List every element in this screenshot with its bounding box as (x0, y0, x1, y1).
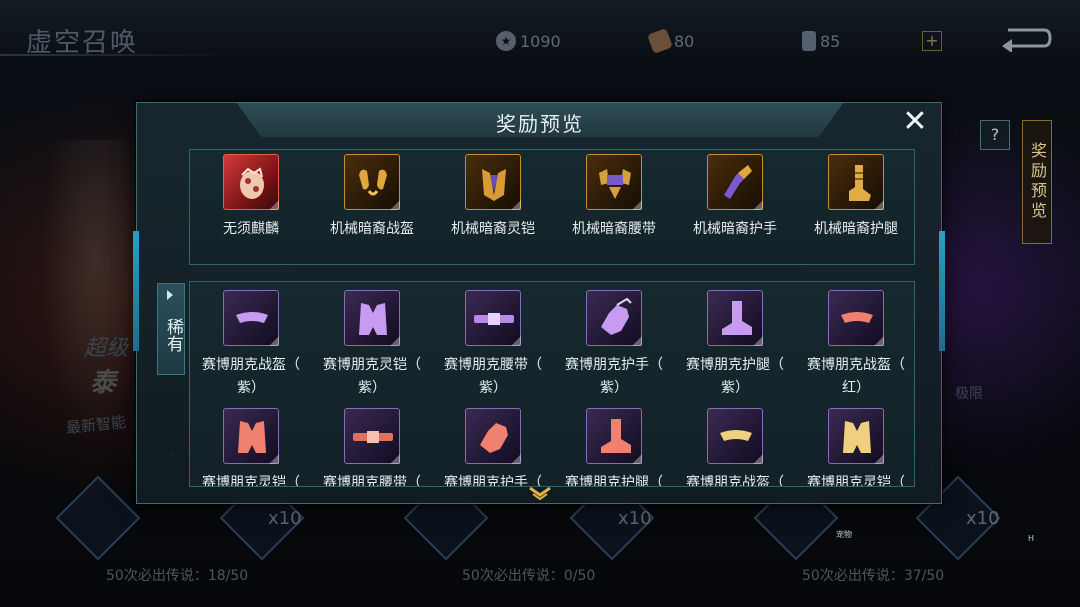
key-hint: 宠物 (836, 530, 852, 539)
pity-progress: 50次必出传说：0/50 (462, 568, 596, 584)
summon-count: x10 (268, 508, 302, 529)
reward-name: 赛博朋克护手（ 紫） (565, 357, 663, 396)
visor-helmet-icon (223, 290, 279, 346)
summon-count: x10 (966, 508, 1000, 529)
reward-name: 赛博朋克战盔（ 紫） (202, 357, 300, 396)
visor-helmet-icon (707, 408, 763, 464)
add-resource-button[interactable]: + (922, 31, 942, 51)
modal-edge-glow (133, 231, 139, 351)
boot-icon (707, 290, 763, 346)
reward-name: 赛博朋克腰带（ (323, 475, 421, 487)
reward-item[interactable]: 赛博朋克护手（ 紫） (553, 290, 675, 400)
qilin-mount-icon (223, 154, 279, 210)
reward-item[interactable]: 赛博朋克腰带（ (311, 408, 433, 487)
reward-name: 赛博朋克腰带（ 紫） (444, 357, 542, 396)
reward-item[interactable]: 赛博朋克战盔（ (674, 408, 796, 487)
armor-icon (223, 408, 279, 464)
helmet-icon (344, 154, 400, 210)
glove-icon (465, 408, 521, 464)
reward-name: 赛博朋克护腿（ (565, 475, 663, 487)
reward-name: 赛博朋克灵铠（ (202, 475, 300, 487)
reward-item[interactable]: 赛博朋克战盔（ 紫） (190, 290, 312, 400)
reward-name: 赛博朋克灵铠（ (807, 475, 905, 487)
resource-value: 85 (820, 31, 841, 51)
reward-item[interactable]: 赛博朋克灵铠（ (190, 408, 312, 487)
resource-summon-card: 85 (802, 30, 840, 52)
reward-item[interactable]: 机械暗裔腰带 (553, 154, 675, 241)
reward-name: 机械暗裔护手 (693, 221, 777, 237)
leg-guard-icon (828, 154, 884, 210)
reward-name: 机械暗裔战盔 (330, 221, 414, 237)
reward-item[interactable]: 机械暗裔战盔 (311, 154, 433, 241)
resource-value: 80 (674, 31, 695, 51)
resource-star-coin: ★ 1090 (496, 30, 561, 52)
reward-item[interactable]: 赛博朋克腰带（ 紫） (432, 290, 554, 400)
rarity-label: 稀有 (163, 318, 183, 352)
reward-preview-dialog: 奖励预览 ✕ 无须麒麟 机械暗裔战盔 机械暗裔灵铠 机械暗裔腰带 机械暗裔护手 … (133, 102, 945, 504)
key-hint: H (1028, 534, 1035, 543)
expand-arrow-icon (167, 290, 173, 300)
rarity-filter-tab[interactable]: 稀有 (157, 283, 185, 375)
reward-item[interactable]: 赛博朋克护手（ (432, 408, 554, 487)
modal-title: 奖励预览 (496, 112, 584, 136)
back-arrow-icon (1002, 28, 1052, 52)
promo-text: 极限 (955, 386, 983, 402)
resource-gem-ticket: 80 (647, 28, 695, 54)
reward-preview-tab[interactable]: 奖励预览 (1022, 120, 1052, 244)
reward-name: 赛博朋克战盔（ 红） (807, 357, 905, 396)
armor-icon (828, 408, 884, 464)
back-button[interactable] (998, 24, 1054, 52)
scroll-down-icon[interactable] (529, 487, 551, 501)
gem-ticket-icon (647, 28, 673, 54)
modal-edge-glow (939, 231, 945, 351)
reward-name: 机械暗裔灵铠 (451, 221, 535, 237)
belt-icon (465, 290, 521, 346)
featured-rewards-panel: 无须麒麟 机械暗裔战盔 机械暗裔灵铠 机械暗裔腰带 机械暗裔护手 机械暗裔护腿 (189, 149, 915, 265)
close-button[interactable]: ✕ (901, 107, 929, 137)
rare-rewards-panel: 赛博朋克战盔（ 紫） 赛博朋克灵铠（ 紫） 赛博朋克腰带（ 紫） 赛博朋克护手（… (189, 281, 915, 487)
glove-icon (586, 290, 642, 346)
belt-icon (344, 408, 400, 464)
visor-helmet-icon (828, 290, 884, 346)
boot-icon (586, 408, 642, 464)
reward-item[interactable]: 机械暗裔灵铠 (432, 154, 554, 241)
promo-text: 泰 (90, 368, 117, 398)
gauntlet-icon (707, 154, 763, 210)
reward-name: 赛博朋克灵铠（ 紫） (323, 357, 421, 396)
armor-icon (465, 154, 521, 210)
summon-count: x10 (618, 508, 652, 529)
reward-name: 赛博朋克护腿（ 紫） (686, 357, 784, 396)
promo-text: 超级 (84, 336, 129, 361)
reward-name: 赛博朋克护手（ (444, 475, 542, 487)
reward-item[interactable]: 赛博朋克灵铠（ (795, 408, 914, 487)
reward-item[interactable]: 无须麒麟 (190, 154, 312, 241)
belt-icon (586, 154, 642, 210)
reward-item[interactable]: 赛博朋克护腿（ 紫） (674, 290, 796, 400)
resource-value: 1090 (520, 31, 561, 51)
pity-progress: 50次必出传说：18/50 (106, 568, 249, 584)
reward-name: 机械暗裔护腿 (814, 221, 898, 237)
reward-item[interactable]: 赛博朋克灵铠（ 紫） (311, 290, 433, 400)
summon-card-icon (802, 31, 816, 51)
title-underline (0, 54, 240, 56)
reward-item[interactable]: 赛博朋克战盔（ 红） (795, 290, 914, 400)
reward-item[interactable]: 机械暗裔护手 (674, 154, 796, 241)
reward-name: 赛博朋克战盔（ (686, 475, 784, 487)
summon-slot[interactable] (55, 475, 141, 561)
help-button[interactable]: ? (980, 120, 1010, 150)
star-coin-icon: ★ (496, 31, 516, 51)
pity-progress: 50次必出传说：37/50 (802, 568, 945, 584)
reward-item[interactable]: 机械暗裔护腿 (795, 154, 917, 241)
armor-icon (344, 290, 400, 346)
reward-name: 机械暗裔腰带 (572, 221, 656, 237)
reward-item[interactable]: 赛博朋克护腿（ (553, 408, 675, 487)
reward-name: 无须麒麟 (223, 221, 279, 237)
